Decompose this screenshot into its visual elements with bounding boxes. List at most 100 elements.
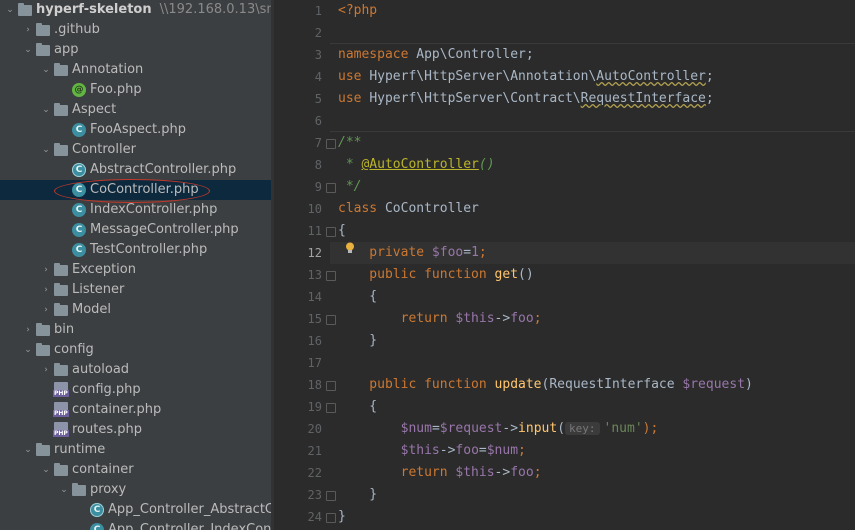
chevron-right-icon[interactable]: › [22,20,34,40]
tree-item[interactable]: ⌄ Annotation [0,60,271,80]
code-token: @AutoController [361,157,479,172]
code-token: ( [557,421,566,436]
tree-item[interactable]: PHP routes.php [0,420,271,440]
code-token: get [494,267,519,282]
chevron-down-icon[interactable]: ⌄ [4,0,16,20]
chevron-right-icon[interactable]: › [22,320,34,340]
code-line[interactable]: public function get() [338,264,533,286]
tree-item[interactable]: C MessageController.php [0,220,271,240]
tree-item[interactable]: › Listener [0,280,271,300]
code-token: foo [510,311,534,326]
fold-marker-icon[interactable] [326,403,336,413]
code-line[interactable]: { [338,220,346,242]
chevron-down-icon[interactable]: ⌄ [22,40,34,60]
code-line[interactable]: $num=$request->input(key:'num'); [338,418,659,440]
tree-item[interactable]: ⌄ runtime [0,440,271,460]
tree-item[interactable]: › bin [0,320,271,340]
tree-item[interactable]: › Exception [0,260,271,280]
class-icon: C [90,523,104,530]
tree-item[interactable]: › autoload [0,360,271,380]
chevron-right-icon[interactable]: › [40,300,52,320]
code-token: $foo [431,245,464,260]
abstract-class-icon: C [72,163,86,177]
tree-item[interactable]: C FooAspect.php [0,120,271,140]
chevron-down-icon[interactable]: ⌄ [22,340,34,360]
chevron-down-icon[interactable]: ⌄ [58,480,70,500]
code-line[interactable]: use Hyperf\HttpServer\Annotation\AutoCon… [338,66,714,88]
project-name: hyperf-skeleton [36,2,152,17]
code-line[interactable]: * @AutoController() [338,154,495,176]
code-editor[interactable]: 1 2 3 4 5 6 7 8 9 10 11 12 13 14 15 16 17 18 19 20 21 22 23 24 … [274,0,855,530]
code-token: ; [478,245,487,260]
code-line[interactable]: private $foo=1; [338,242,487,264]
code-line[interactable]: use Hyperf\HttpServer\Contract\RequestIn… [338,88,714,110]
code-line[interactable]: return $this->foo; [338,308,542,330]
tree-item-label: autoload [72,362,130,377]
code-token: = [431,421,440,436]
tree-item[interactable]: ⌄ container [0,460,271,480]
line-number: 13 [307,268,322,282]
tree-item[interactable]: C App_Controller_AbstractCon [0,500,271,520]
code-token: $num [486,443,519,458]
code-token: AutoController [596,69,706,84]
tree-item-label: MessageController.php [90,222,239,237]
fold-marker-icon[interactable] [326,139,336,149]
code-line[interactable]: /** [338,132,361,154]
fold-marker-icon[interactable] [326,491,336,501]
tree-item-label: routes.php [72,422,142,437]
chevron-down-icon[interactable]: ⌄ [40,140,52,160]
line-number: 4 [314,70,322,84]
code-line[interactable]: { [338,286,377,308]
tree-root-row[interactable]: ⌄ hyperf-skeleton \\192.168.0.13\smbsha [0,0,271,20]
code-line[interactable]: } [338,506,346,528]
tree-item[interactable]: ⌄ Aspect [0,100,271,120]
tree-item-label: .github [54,22,100,37]
chevron-down-icon[interactable]: ⌄ [22,440,34,460]
chevron-right-icon[interactable]: › [40,260,52,280]
fold-marker-icon[interactable] [326,513,336,523]
php-file-icon: PHP [53,402,69,417]
code-line[interactable]: public function update(RequestInterface … [338,374,753,396]
fold-marker-icon[interactable] [326,183,336,193]
tree-item[interactable]: C IndexController.php [0,200,271,220]
folder-icon [54,463,68,476]
tree-item[interactable]: C TestController.php [0,240,271,260]
tree-item[interactable]: ⌄ Controller [0,140,271,160]
code-line[interactable]: } [338,330,377,352]
code-line[interactable]: namespace App\Controller; [338,44,534,66]
fold-marker-icon[interactable] [326,271,336,281]
fold-marker-icon[interactable] [326,227,336,237]
tree-item-label: config [54,342,94,357]
php-file-icon: PHP [53,422,69,437]
chevron-right-icon[interactable]: › [40,280,52,300]
fold-marker-icon[interactable] [326,315,336,325]
code-line[interactable]: class CoController [338,198,479,220]
tree-item[interactable]: ⌄ app [0,40,271,60]
tree-item[interactable]: ⌄ config [0,340,271,360]
chevron-down-icon[interactable]: ⌄ [40,460,52,480]
fold-marker-icon[interactable] [326,381,336,391]
method-separator [330,131,855,132]
line-number: 3 [314,48,322,62]
tree-item[interactable]: @ Foo.php [0,80,271,100]
project-tree-panel: ⌄ hyperf-skeleton \\192.168.0.13\smbsha ›… [0,0,271,530]
tree-item[interactable]: C AbstractController.php [0,160,271,180]
tree-item[interactable]: › .github [0,20,271,40]
chevron-down-icon[interactable]: ⌄ [40,100,52,120]
tree-item[interactable]: ⌄ proxy [0,480,271,500]
tree-item[interactable]: PHP container.php [0,400,271,420]
chevron-right-icon[interactable]: › [40,360,52,380]
tree-item[interactable]: PHP config.php [0,380,271,400]
code-line[interactable]: */ [338,176,362,198]
tree-item[interactable]: › Model [0,300,271,320]
code-line[interactable]: $this->foo=$num; [338,440,526,462]
code-line[interactable]: <?php [338,0,377,22]
tree-item-label: Exception [72,262,136,277]
tree-item[interactable]: C App_Controller_IndexContro [0,520,271,530]
code-line[interactable]: { [338,396,377,418]
class-icon: C [72,203,86,217]
line-number: 9 [314,180,322,194]
code-line[interactable]: } [338,484,377,506]
code-line[interactable]: return $this->foo; [338,462,542,484]
chevron-down-icon[interactable]: ⌄ [40,60,52,80]
